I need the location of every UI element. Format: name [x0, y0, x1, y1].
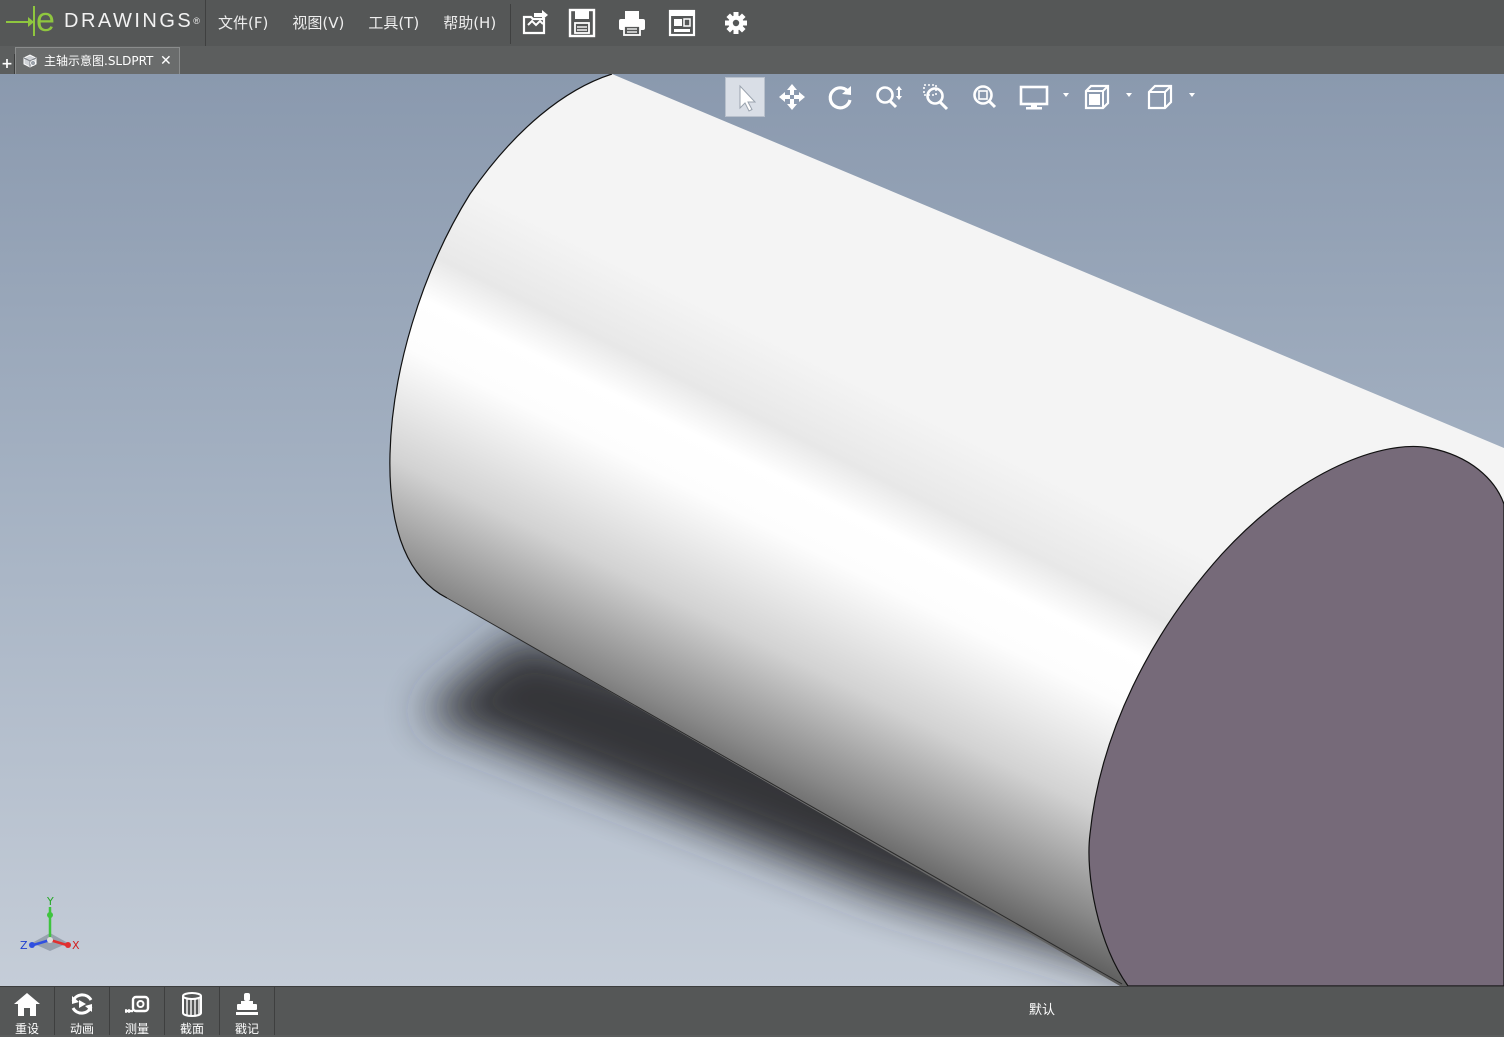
zoom-button[interactable]: [868, 77, 908, 117]
section-button[interactable]: 截面: [165, 987, 220, 1036]
triad-z-label: Z: [20, 939, 28, 952]
home-icon: [14, 993, 40, 1016]
pan-button[interactable]: [772, 77, 812, 117]
measure-icon: [125, 995, 150, 1013]
view-orientation-icon: [1084, 84, 1110, 110]
standard-views-dropdown-icon[interactable]: [1189, 93, 1195, 97]
triad-y-label: Y: [46, 895, 54, 908]
open-file-button[interactable]: [520, 8, 550, 38]
measure-button[interactable]: 测量: [110, 987, 165, 1036]
menu-tools[interactable]: 工具(T): [356, 0, 431, 46]
print-icon: [619, 11, 645, 36]
measure-label: 测量: [124, 1022, 149, 1036]
view-orientation-button[interactable]: [1077, 77, 1117, 117]
triad-x-label: X: [72, 939, 80, 952]
menu-bar: 文件(F) 视图(V) 工具(T) 帮助(H): [206, 0, 508, 46]
view-orientation-dropdown-icon[interactable]: [1126, 93, 1132, 97]
stamp-label: 戳记: [234, 1022, 259, 1036]
menu-file[interactable]: 文件(F): [206, 0, 280, 46]
section-icon: [182, 992, 202, 1017]
zoom-to-area-icon: [923, 84, 949, 111]
axis-triad: Y X Z: [18, 893, 88, 955]
animate-icon: [71, 993, 93, 1015]
settings-button[interactable]: [721, 8, 751, 38]
axis-triad-icon: Y X Z: [20, 895, 80, 952]
select-tool-button[interactable]: [725, 77, 765, 117]
menu-view[interactable]: 视图(V): [280, 0, 356, 46]
document-tab-bar: [0, 46, 1504, 74]
model-scene: [389, 74, 1504, 986]
menu-help[interactable]: 帮助(H): [431, 0, 508, 46]
new-tab-button[interactable]: +: [0, 54, 15, 74]
stamp-button[interactable]: 戳记: [220, 987, 275, 1036]
top-bar: e DRAWINGS® 文件(F) 视图(V) 工具(T) 帮助(H): [0, 0, 1504, 47]
sheet-layout-button[interactable]: [667, 8, 697, 38]
display-style-button[interactable]: [1014, 77, 1054, 117]
rotate-button[interactable]: [820, 77, 860, 117]
select-arrow-icon: [739, 84, 757, 112]
zoom-to-fit-icon: [973, 85, 997, 109]
settings-gear-icon: [725, 12, 747, 34]
bottom-toolbar: 重设 动画 测量 截面 戳记 默认: [0, 986, 1504, 1036]
zoom-icon: [876, 86, 902, 109]
standard-views-button[interactable]: [1140, 77, 1180, 117]
document-tab[interactable]: 主轴示意图.SLDPRT ✕: [15, 47, 180, 74]
zoom-to-area-button[interactable]: [916, 77, 956, 117]
sheet-layout-icon: [668, 9, 696, 37]
reset-label: 重设: [14, 1022, 39, 1036]
section-label: 截面: [179, 1022, 204, 1036]
animate-label: 动画: [69, 1022, 94, 1036]
display-style-icon: [1019, 85, 1049, 110]
graphics-viewport[interactable]: [0, 74, 1504, 986]
standard-views-cube-icon: [1147, 84, 1173, 110]
logo-text: DRAWINGS®: [64, 10, 200, 32]
document-tab-label: 主轴示意图.SLDPRT: [44, 54, 154, 68]
open-file-icon: [522, 10, 548, 35]
pan-icon: [779, 84, 805, 110]
logo-wordmark: DRAWINGS: [64, 10, 194, 32]
close-tab-icon[interactable]: ✕: [160, 48, 172, 74]
part-file-icon: [23, 54, 37, 68]
animate-button[interactable]: 动画: [55, 987, 110, 1036]
toolbar-divider: [510, 4, 511, 44]
rotate-icon: [828, 86, 852, 110]
logo-letter: e: [36, 1, 55, 39]
zoom-to-fit-button[interactable]: [964, 77, 1004, 117]
logo-bar: [33, 6, 35, 36]
configuration-name: 默认: [1028, 1003, 1055, 1018]
edrawings-logo: e DRAWINGS®: [0, 0, 206, 46]
save-icon: [568, 8, 596, 38]
display-style-dropdown-icon[interactable]: [1063, 93, 1069, 97]
logo-registered-mark: ®: [193, 16, 200, 26]
stamp-icon: [236, 993, 258, 1015]
print-button[interactable]: [617, 8, 647, 38]
reset-button[interactable]: 重设: [0, 987, 55, 1036]
save-button[interactable]: [567, 8, 597, 38]
